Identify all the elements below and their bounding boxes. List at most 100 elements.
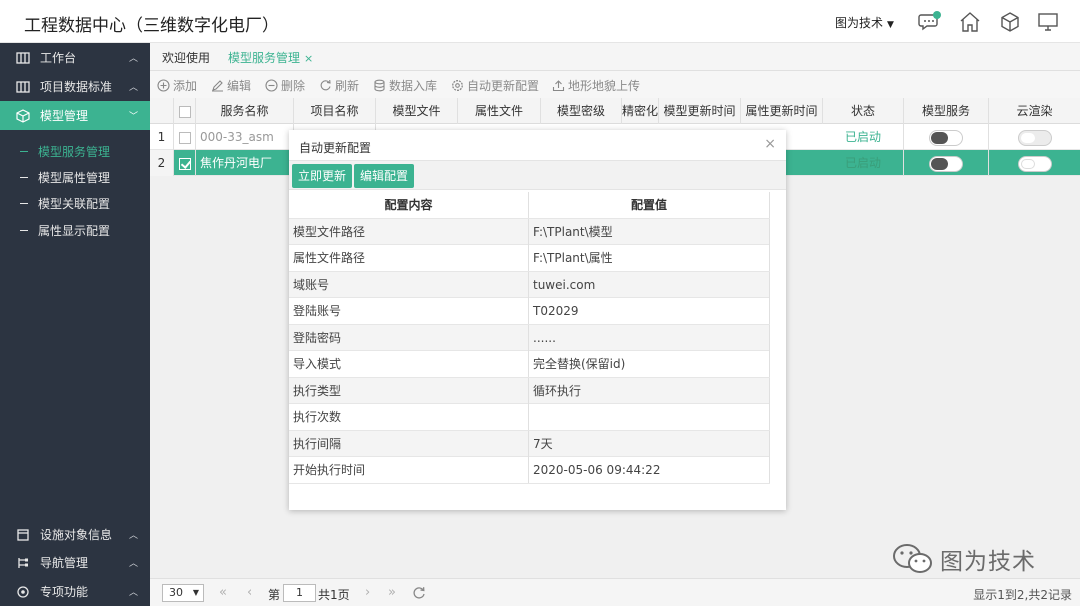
config-value: 7天 xyxy=(529,430,770,457)
delete-button[interactable]: 删除 xyxy=(265,77,305,94)
chevron-up-icon: ︿ xyxy=(128,559,138,569)
row-number: 1 xyxy=(150,124,174,150)
user-name: 图为技术 xyxy=(835,16,884,30)
config-row: 登陆密码...... xyxy=(289,324,770,351)
table-header: 服务名称 项目名称 模型文件 属性文件 模型密级 精密化模 模型更新时间 属性更… xyxy=(150,98,1080,124)
sidebar-subitem-attribute-display[interactable]: 属性显示配置 xyxy=(0,217,150,243)
auto-update-config-button[interactable]: 自动更新配置 xyxy=(451,77,539,94)
edit-button[interactable]: 编辑 xyxy=(211,77,251,94)
dialog-toolbar: 立即更新 编辑配置 xyxy=(289,160,786,190)
header-rownum xyxy=(150,98,174,124)
page-label-pre: 第 xyxy=(268,588,281,602)
sidebar: 工作台 ︿ 项目数据标准 ︿ 模型管理 ﹀ 模型服务管理 模型属性管理 模型关联… xyxy=(0,43,150,606)
upload-icon xyxy=(552,80,565,92)
header-precision-model[interactable]: 精密化模 xyxy=(622,98,659,124)
row-checkbox[interactable] xyxy=(178,131,191,144)
sidebar-item-data-standard[interactable]: 项目数据标准 ︿ xyxy=(0,72,150,101)
cell-status: 已启动 xyxy=(823,150,904,176)
tab-welcome[interactable]: 欢迎使用 xyxy=(162,49,210,66)
app-title: 工程数据中心（三维数字化电厂） xyxy=(24,16,279,36)
terrain-upload-button[interactable]: 地形地貌上传 xyxy=(552,77,640,94)
header-attr-update-time[interactable]: 属性更新时间 xyxy=(741,98,823,124)
sidebar-subitem-label: 属性显示配置 xyxy=(38,223,111,238)
page-number-input[interactable]: 1 xyxy=(283,584,316,602)
model-service-toggle[interactable] xyxy=(929,155,963,172)
user-menu[interactable]: 图为技术 ▼ xyxy=(835,14,894,31)
add-label: 添加 xyxy=(173,79,198,93)
cell-cloud-render[interactable] xyxy=(989,150,1080,176)
dash-icon xyxy=(20,229,28,231)
next-page-button[interactable]: › xyxy=(365,585,370,600)
cell-model-service[interactable] xyxy=(904,124,989,150)
edit-config-button[interactable]: 编辑配置 xyxy=(354,164,415,188)
cloud-render-toggle[interactable] xyxy=(1017,155,1052,172)
tab-model-service[interactable]: 模型服务管理 × xyxy=(217,49,322,73)
sidebar-item-navigation[interactable]: 导航管理 ︿ xyxy=(0,548,150,577)
sidebar-item-special[interactable]: 专项功能 ︿ xyxy=(0,577,150,606)
config-value: ...... xyxy=(529,324,770,351)
header-config-value: 配置值 xyxy=(529,192,770,218)
sidebar-subitem-model-service[interactable]: 模型服务管理 xyxy=(0,138,150,164)
last-page-button[interactable]: » xyxy=(388,585,396,600)
sidebar-item-label: 导航管理 xyxy=(40,556,89,570)
chevron-up-icon: ︿ xyxy=(128,54,138,64)
prev-page-button[interactable]: ‹ xyxy=(247,585,252,600)
header-model-service[interactable]: 模型服务 xyxy=(904,98,989,124)
add-button[interactable]: 添加 xyxy=(157,77,197,94)
config-value: 循环执行 xyxy=(529,377,770,404)
header-status[interactable]: 状态 xyxy=(823,98,904,124)
auto-update-config-dialog: 自动更新配置 × 立即更新 编辑配置 配置内容 配置值 模型文件路径 F:\TPl… xyxy=(289,130,786,510)
header-model-secret[interactable]: 模型密级 xyxy=(541,98,622,124)
sidebar-item-workbench[interactable]: 工作台 ︿ xyxy=(0,43,150,72)
row-number: 2 xyxy=(150,150,174,176)
header-select-all[interactable] xyxy=(174,98,196,124)
close-icon[interactable]: × xyxy=(764,136,776,152)
sidebar-subitem-model-relation[interactable]: 模型关联配置 xyxy=(0,190,150,216)
page-total-label: 共1页 xyxy=(318,588,350,602)
close-icon[interactable]: × xyxy=(304,52,313,65)
cell-model-service[interactable] xyxy=(904,150,989,176)
facility-icon xyxy=(17,528,29,541)
select-all-checkbox[interactable] xyxy=(178,105,191,118)
chevron-up-icon: ︿ xyxy=(128,531,138,541)
config-row: 执行次数 xyxy=(289,404,770,431)
header-model-update-time[interactable]: 模型更新时间 xyxy=(659,98,741,124)
sidebar-item-model-management[interactable]: 模型管理 ﹀ xyxy=(0,101,150,130)
auto-config-label: 自动更新配置 xyxy=(467,79,540,93)
config-key: 开始执行时间 xyxy=(289,457,529,483)
row-checkbox-cell[interactable] xyxy=(174,124,196,150)
config-row: 导入模式 完全替换(保留id) xyxy=(289,351,770,378)
config-value: tuwei.com xyxy=(529,271,770,298)
chat-icon[interactable] xyxy=(918,10,942,34)
header-cloud-render[interactable]: 云渲染 xyxy=(989,98,1080,124)
header-project-name[interactable]: 项目名称 xyxy=(294,98,376,124)
first-page-button[interactable]: « xyxy=(219,585,227,600)
model-service-toggle[interactable] xyxy=(929,129,963,146)
config-row: 登陆账号 T02029 xyxy=(289,298,770,325)
sidebar-subitem-model-attribute[interactable]: 模型属性管理 xyxy=(0,164,150,190)
update-now-button[interactable]: 立即更新 xyxy=(292,164,353,188)
monitor-icon[interactable] xyxy=(1036,10,1060,34)
header-model-file[interactable]: 模型文件 xyxy=(376,98,458,124)
config-key: 导入模式 xyxy=(289,351,529,377)
row-checkbox-cell[interactable] xyxy=(174,150,196,176)
delete-label: 删除 xyxy=(281,79,306,93)
cell-cloud-render[interactable] xyxy=(989,124,1080,150)
header-attribute-file[interactable]: 属性文件 xyxy=(458,98,541,124)
workbench-icon xyxy=(16,51,30,64)
dialog-title: 自动更新配置 xyxy=(299,141,372,155)
caret-down-icon: ▼ xyxy=(192,588,199,597)
sidebar-item-label: 专项功能 xyxy=(40,585,89,599)
sidebar-item-facility[interactable]: 设施对象信息 ︿ xyxy=(0,520,150,549)
refresh-button[interactable]: 刷新 xyxy=(319,77,359,94)
sidebar-subitem-label: 模型服务管理 xyxy=(38,144,111,159)
home-icon[interactable] xyxy=(958,10,982,34)
row-checkbox-checked[interactable] xyxy=(178,157,191,170)
cube-icon[interactable] xyxy=(998,10,1022,34)
reload-icon[interactable] xyxy=(412,586,426,600)
cloud-render-toggle[interactable] xyxy=(1017,129,1052,146)
page-size-select[interactable]: 30 ▼ xyxy=(162,584,204,602)
import-button[interactable]: 数据入库 xyxy=(373,77,437,94)
header-service-name[interactable]: 服务名称 xyxy=(196,98,294,124)
config-table-header: 配置内容 配置值 xyxy=(289,192,770,219)
